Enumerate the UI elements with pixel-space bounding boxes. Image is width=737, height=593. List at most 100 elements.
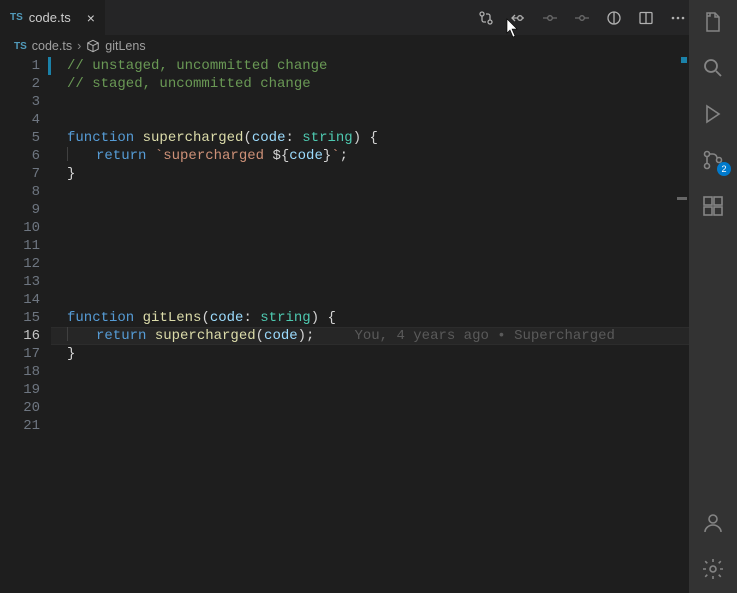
code-token: code — [210, 310, 244, 326]
line-number: 17 — [0, 345, 40, 363]
indent-guide — [67, 327, 68, 341]
code-line[interactable] — [67, 183, 689, 201]
typescript-icon: TS — [14, 41, 27, 52]
code-token: // unstaged, uncommitted change — [67, 58, 327, 74]
file-annotation-icon[interactable] — [605, 9, 623, 27]
line-number: 8 — [0, 183, 40, 201]
git-compare-icon[interactable] — [477, 9, 495, 27]
code-line[interactable] — [67, 399, 689, 417]
line-number: 16 — [0, 327, 40, 345]
code-token: : — [243, 310, 260, 326]
line-number-gutter: 123456789101112131415161718192021 — [0, 57, 48, 593]
line-number: 1 — [0, 57, 40, 75]
line-number: 10 — [0, 219, 40, 237]
accounts-icon[interactable] — [701, 511, 725, 535]
line-number: 13 — [0, 273, 40, 291]
code-token: ); — [298, 328, 315, 344]
explorer-icon[interactable] — [701, 10, 725, 34]
code-line[interactable]: } — [67, 165, 689, 183]
code-token: ${ — [272, 148, 289, 164]
line-number: 7 — [0, 165, 40, 183]
code-token: string — [260, 310, 310, 326]
activity-bar: 2 — [689, 0, 737, 593]
code-token: string — [302, 130, 352, 146]
code-line[interactable] — [67, 237, 689, 255]
line-number: 11 — [0, 237, 40, 255]
code-token: return — [96, 328, 155, 344]
run-debug-icon[interactable] — [701, 102, 725, 126]
git-commit-next-icon[interactable] — [573, 9, 591, 27]
code-line[interactable] — [67, 273, 689, 291]
code-token: ( — [201, 310, 209, 326]
split-editor-icon[interactable] — [637, 9, 655, 27]
code-line[interactable] — [67, 219, 689, 237]
breadcrumb-symbol[interactable]: gitLens — [105, 39, 145, 53]
extensions-icon[interactable] — [701, 194, 725, 218]
code-line[interactable] — [67, 291, 689, 309]
code-editor[interactable]: 123456789101112131415161718192021 // uns… — [0, 57, 689, 593]
code-line[interactable]: // staged, uncommitted change — [67, 75, 689, 93]
code-line[interactable] — [67, 417, 689, 435]
code-line[interactable]: function supercharged(code: string) { — [67, 129, 689, 147]
line-number: 5 — [0, 129, 40, 147]
code-token: ) { — [311, 310, 336, 326]
gitlens-inline-blame[interactable]: You, 4 years ago • Supercharged — [354, 328, 614, 344]
code-line[interactable]: return supercharged(code); You, 4 years a… — [67, 327, 689, 345]
code-token: // staged, uncommitted change — [67, 76, 311, 92]
source-control-icon[interactable]: 2 — [701, 148, 725, 172]
settings-gear-icon[interactable] — [701, 557, 725, 581]
code-line[interactable] — [67, 381, 689, 399]
code-line[interactable] — [67, 255, 689, 273]
code-token: ( — [256, 328, 264, 344]
code-content[interactable]: // unstaged, uncommitted change // staged… — [51, 57, 689, 593]
symbol-namespace-icon — [86, 39, 100, 53]
search-icon[interactable] — [701, 56, 725, 80]
line-number: 15 — [0, 309, 40, 327]
breadcrumb-file[interactable]: code.ts — [32, 39, 72, 53]
code-line[interactable] — [67, 111, 689, 129]
line-number: 12 — [0, 255, 40, 273]
code-token: ` — [331, 148, 339, 164]
code-line[interactable]: } — [67, 345, 689, 363]
line-number: 14 — [0, 291, 40, 309]
code-line[interactable]: // unstaged, uncommitted change — [67, 57, 689, 75]
source-control-badge: 2 — [717, 162, 731, 176]
tab-filename: code.ts — [29, 10, 71, 25]
line-number: 19 — [0, 381, 40, 399]
line-number: 2 — [0, 75, 40, 93]
code-token: } — [323, 148, 331, 164]
more-actions-icon[interactable] — [669, 9, 687, 27]
code-token: code — [264, 328, 298, 344]
code-token: function — [67, 130, 143, 146]
code-token: code — [252, 130, 286, 146]
git-commit-back-icon[interactable] — [509, 9, 527, 27]
code-token: gitLens — [143, 310, 202, 326]
code-line[interactable] — [67, 363, 689, 381]
editor-tab[interactable]: TS code.ts × — [0, 0, 105, 35]
code-line[interactable]: function gitLens(code: string) { — [67, 309, 689, 327]
code-line[interactable]: return `supercharged ${code}`; — [67, 147, 689, 165]
overview-mark — [677, 197, 687, 200]
code-token: ( — [243, 130, 251, 146]
line-number: 3 — [0, 93, 40, 111]
typescript-icon: TS — [10, 12, 23, 23]
code-token: `supercharged — [155, 148, 273, 164]
code-line[interactable] — [67, 93, 689, 111]
code-token: function — [67, 310, 143, 326]
overview-mark — [681, 57, 687, 63]
code-token: } — [67, 166, 75, 182]
line-number: 6 — [0, 147, 40, 165]
code-token: ; — [340, 148, 348, 164]
close-tab-icon[interactable]: × — [87, 10, 95, 26]
code-token: return — [96, 148, 155, 164]
line-number: 20 — [0, 399, 40, 417]
code-line[interactable] — [67, 201, 689, 219]
line-number: 18 — [0, 363, 40, 381]
code-token: supercharged — [155, 328, 256, 344]
git-commit-prev-icon[interactable] — [541, 9, 559, 27]
breadcrumb[interactable]: TS code.ts › gitLens — [0, 35, 737, 57]
editor-title-actions — [477, 0, 687, 35]
overview-ruler[interactable] — [677, 35, 689, 593]
line-number: 9 — [0, 201, 40, 219]
tab-bar: TS code.ts × — [0, 0, 737, 35]
